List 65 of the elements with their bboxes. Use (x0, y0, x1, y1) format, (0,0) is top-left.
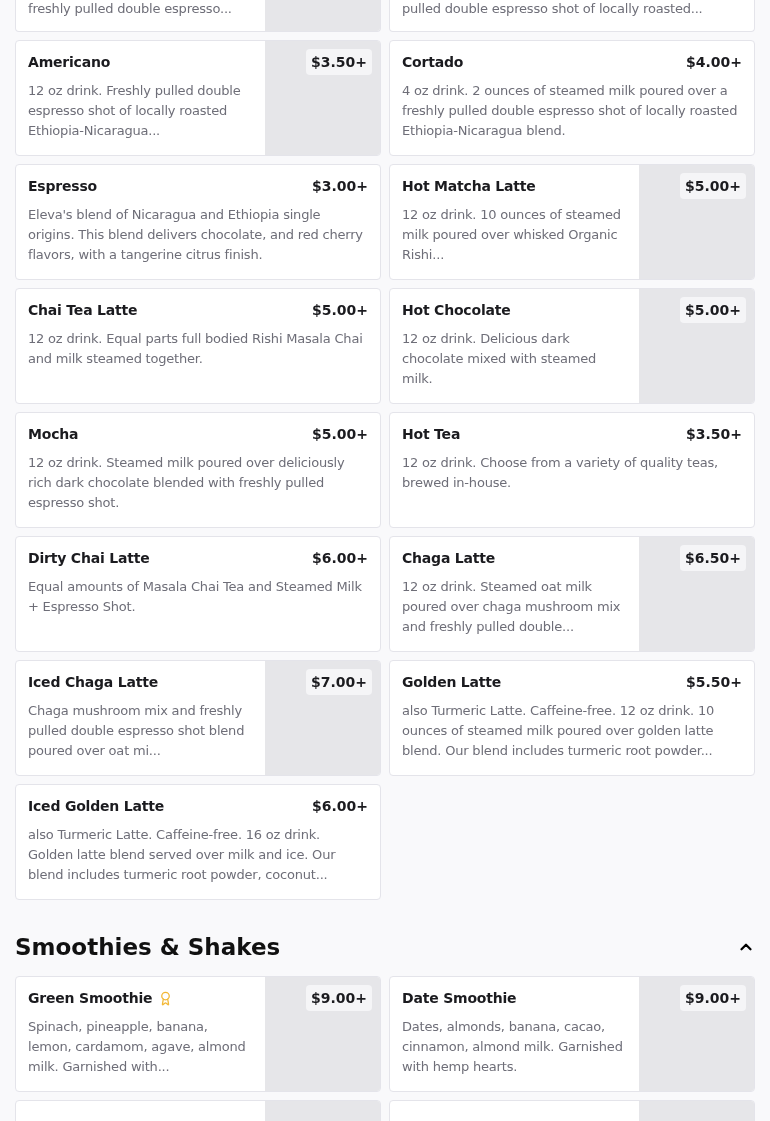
item-description: 12 oz drink. Delicious dark chocolate mixed with steamed milk. (402, 330, 598, 388)
menu-item-card[interactable]: Americano 12 oz drink. Freshly pulled double espresso shot of locally roasted Ethiopia-Nicaragua... $3.50+ (15, 40, 381, 156)
item-name: Date Smoothie (402, 989, 517, 1007)
item-price: $9.00+ (680, 985, 746, 1011)
menu-item-card[interactable]: Mocha $5.00+ 12 oz drink. Steamed milk poured over deliciously rich dark chocolate blended with freshly pulled espresso shot. (15, 412, 381, 528)
item-name: Cortado (402, 53, 464, 71)
item-price: $6.50+ (680, 545, 746, 571)
item-name: Hot Matcha Latte (402, 177, 536, 195)
item-name: Espresso (28, 177, 97, 195)
menu-item-card[interactable]: Chai Tea Latte $5.00+ 12 oz drink. Equal parts full bodied Rishi Masala Chai and milk steamed together. (15, 288, 381, 404)
item-price: $5.00+ (680, 297, 746, 323)
item-description: also Turmeric Latte. Caffeine-free. 12 oz drink. 10 ounces of steamed milk poured over golden latte blend. Our blend includes turmeric root powder... (402, 702, 716, 760)
item-price: $5.00+ (312, 302, 368, 318)
item-description: 12 oz drink. Steamed milk poured over deliciously rich dark chocolate blended with freshly pulled espresso shot. (28, 454, 346, 512)
menu-item-card[interactable]: pulled double espresso shot of locally roasted... (389, 0, 755, 32)
item-description: Spinach, pineapple, banana, lemon, cardamom, agave, almond milk. Garnished with... (28, 1018, 247, 1076)
item-price: $5.50+ (686, 674, 742, 690)
menu-item-card[interactable]: freshly pulled double espresso... (15, 0, 381, 32)
item-name: Iced Chaga Latte (28, 673, 158, 691)
menu-item-card[interactable]: Cortado $4.00+ 4 oz drink. 2 ounces of steamed milk poured over a freshly pulled double espresso shot of locally roasted Ethiopia-Nicaragua blend. (389, 40, 755, 156)
item-description: Chaga mushroom mix and freshly pulled double espresso shot blend poured over oat mi... (28, 702, 246, 760)
menu-item-card[interactable]: Espresso $3.00+ Eleva's blend of Nicaragua and Ethiopia single origins. This blend delivers chocolate, and red cherry flavors, with a tangerine citrus finish. (15, 164, 381, 280)
menu-item-card[interactable]: Iced Golden Latte $6.00+ also Turmeric Latte. Caffeine-free. 16 oz drink. Golden latte blend served over milk and ice. Our blend includes turmeric root powder, coconut... (15, 784, 381, 900)
item-name: Chai Tea Latte (28, 301, 138, 319)
item-price: $3.00+ (312, 178, 368, 194)
menu-item-card[interactable]: Chaga Latte 12 oz drink. Steamed oat milk poured over chaga mushroom mix and freshly pulled double... $6.50+ (389, 536, 755, 652)
item-price: $5.00+ (680, 173, 746, 199)
item-description: Eleva's blend of Nicaragua and Ethiopia single origins. This blend delivers chocolate, and red cherry flavors, with a tangerine citrus finish. (28, 206, 364, 264)
item-name: Iced Golden Latte (28, 797, 164, 815)
menu-item-card[interactable]: Hot Chocolate 12 oz drink. Delicious dark chocolate mixed with steamed milk. $5.00+ (389, 288, 755, 404)
item-name: Mocha (28, 425, 79, 443)
item-name: Hot Chocolate (402, 301, 511, 319)
item-price: $3.50+ (306, 49, 372, 75)
item-name: Dirty Chai Latte (28, 549, 150, 567)
item-price: $4.00+ (686, 54, 742, 70)
item-description: 12 oz drink. Steamed oat milk poured over chaga mushroom mix and freshly pulled double... (402, 578, 622, 636)
item-description: 4 oz drink. 2 ounces of steamed milk poured over a freshly pulled double espresso shot of locally roasted Ethiopia-Nicaragua blend. (402, 82, 739, 140)
item-price: $6.00+ (312, 798, 368, 814)
item-description: 12 oz drink. Choose from a variety of quality teas, brewed in-house. (402, 454, 719, 492)
menu-item-card[interactable]: Hot Matcha Latte 12 oz drink. 10 ounces of steamed milk poured over whisked Organic Rishi... $5.00+ (389, 164, 755, 280)
item-name: Chaga Latte (402, 549, 496, 567)
item-price: $3.50+ (686, 426, 742, 442)
item-description: 12 oz drink. Equal parts full bodied Rishi Masala Chai and milk steamed together. (28, 330, 364, 368)
item-name: Hot Tea (402, 425, 461, 443)
item-price: $7.00+ (306, 669, 372, 695)
menu-item-card[interactable]: Date Smoothie Dates, almonds, banana, cacao, cinnamon, almond milk. Garnished with hemp hearts. $9.00+ (389, 976, 755, 1092)
menu-item-card[interactable]: Iced Chaga Latte Chaga mushroom mix and freshly pulled double espresso shot blend poured over oat mi... $7.00+ (15, 660, 381, 776)
item-name: Americano (28, 53, 111, 71)
menu-item-card[interactable]: Dirty Chai Latte $6.00+ Equal amounts of Masala Chai Tea and Steamed Milk + Espresso Shot. (15, 536, 381, 652)
item-description: Dates, almonds, banana, cacao, cinnamon, almond milk. Garnished with hemp hearts. (402, 1018, 624, 1076)
item-description: also Turmeric Latte. Caffeine-free. 16 oz drink. Golden latte blend served over milk and ice. Our blend includes turmeric root powder, coconut... (28, 826, 337, 884)
item-price: $5.00+ (312, 426, 368, 442)
menu-item-card[interactable]: Hot Tea $3.50+ 12 oz drink. Choose from a variety of quality teas, brewed in-house. (389, 412, 755, 528)
item-price: $6.00+ (312, 550, 368, 566)
item-description: freshly pulled double espresso... (28, 0, 233, 18)
item-description: Equal amounts of Masala Chai Tea and Steamed Milk + Espresso Shot. (28, 578, 363, 616)
item-description: 12 oz drink. Freshly pulled double espresso shot of locally roasted Ethiopia-Nicaragua... (28, 82, 242, 140)
item-price: $9.00+ (306, 985, 372, 1011)
item-name: Golden Latte (402, 673, 502, 691)
section-title: Smoothies & Shakes (15, 934, 281, 960)
menu-item-card[interactable]: Green Smoothie Spinach, pineapple, banana, lemon, cardamom, agave, almond milk. Garnished with... $9.00+ (15, 976, 381, 1092)
menu-item-card[interactable]: Golden Latte $5.50+ also Turmeric Latte. Caffeine-free. 12 oz drink. 10 ounces of steamed milk poured over golden latte blend. Our blend includes turmeric root powder... (389, 660, 755, 776)
item-name: Green Smoothie (28, 989, 153, 1007)
item-description: pulled double espresso shot of locally roasted... (402, 0, 704, 18)
item-description: 12 oz drink. 10 ounces of steamed milk poured over whisked Organic Rishi... (402, 206, 622, 264)
